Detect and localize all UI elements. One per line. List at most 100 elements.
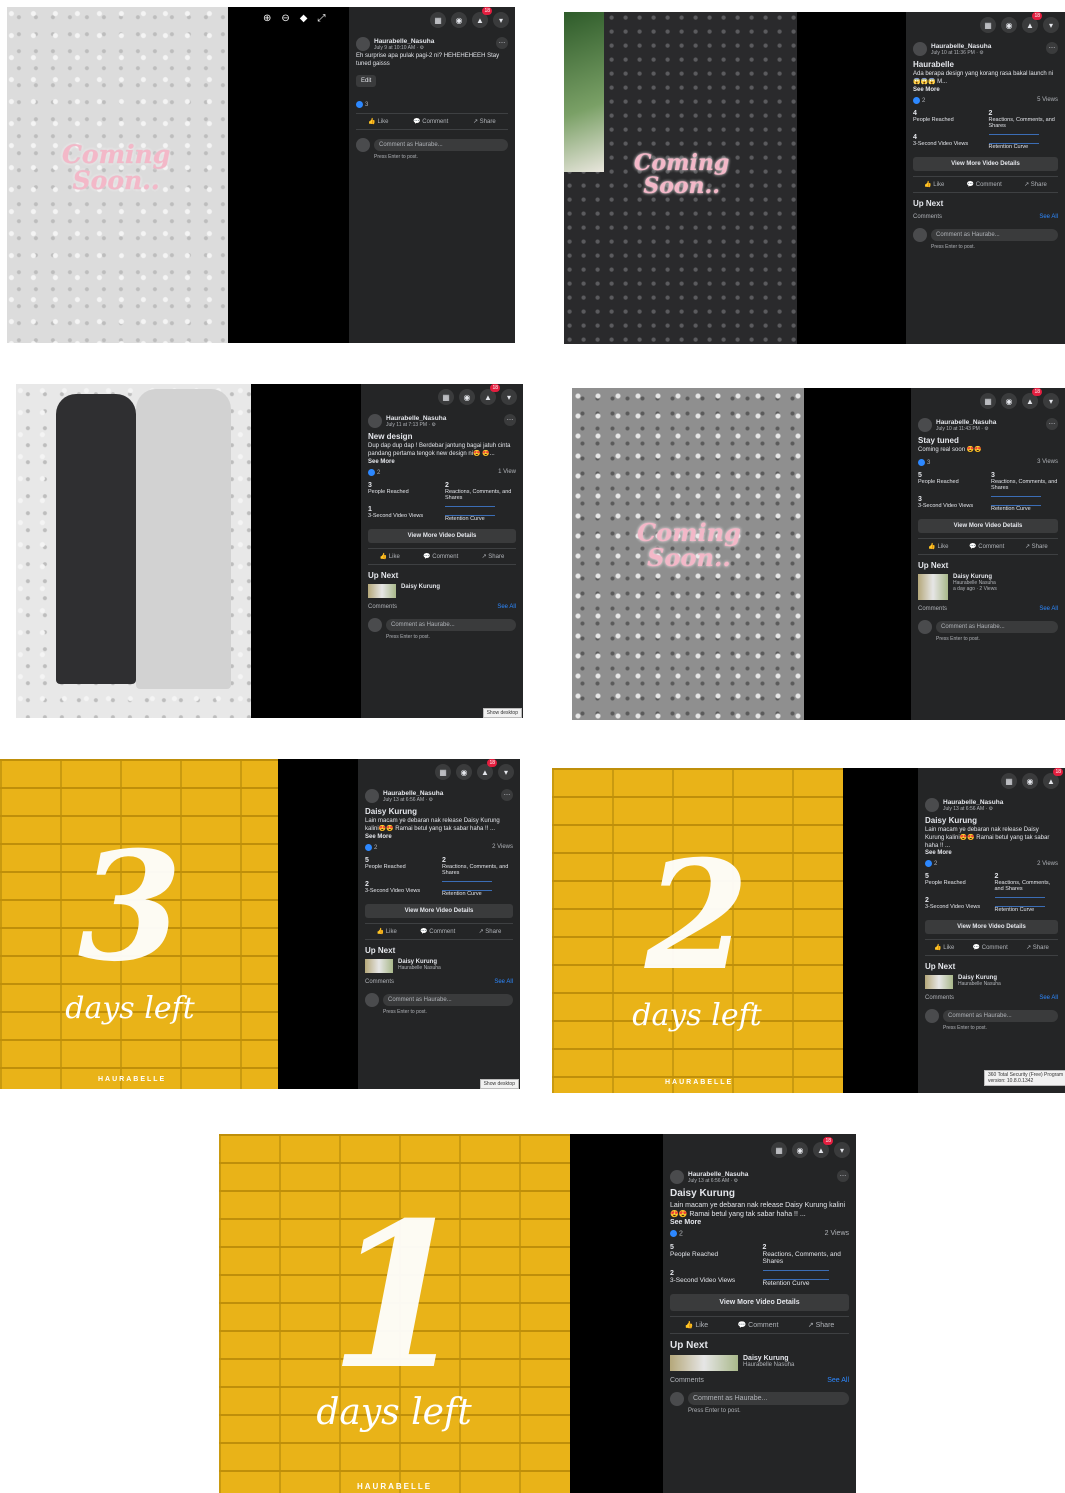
view-count[interactable]: 5 Views (1037, 97, 1058, 103)
up-next-item[interactable]: Daisy Kurung (368, 583, 516, 598)
up-next-item[interactable]: Daisy Kurung Haurabelle Nasuha (670, 1354, 849, 1371)
reaction-count[interactable]: 2 (925, 860, 937, 867)
share-button[interactable]: ↗ Share (1026, 944, 1049, 951)
messenger-icon[interactable]: ◉ (456, 764, 472, 780)
avatar[interactable] (670, 1170, 684, 1184)
account-caret-icon[interactable]: ▾ (1043, 393, 1059, 409)
comment-button[interactable]: 💬 Comment (967, 181, 1002, 188)
see-more-link[interactable]: See More (368, 459, 516, 465)
see-all-link[interactable]: See All (497, 604, 516, 610)
comment-button[interactable]: 💬 Comment (737, 1321, 778, 1329)
like-button[interactable]: 👍 Like (928, 543, 948, 550)
post-date[interactable]: July 13 at 6:56 AM · ⚙ (688, 1178, 748, 1184)
menu-icon[interactable]: ▦ (438, 389, 454, 405)
more-options-icon[interactable]: … (837, 1170, 849, 1182)
more-options-icon[interactable]: … (496, 37, 508, 49)
view-details-button[interactable]: View More Video Details (918, 518, 1058, 533)
avatar[interactable] (356, 37, 370, 51)
author-name[interactable]: Haurabelle_Nasuha (374, 38, 434, 45)
see-more-link[interactable]: See More (913, 87, 1058, 93)
menu-icon[interactable]: ▦ (771, 1142, 787, 1158)
account-caret-icon[interactable]: ▾ (1043, 17, 1059, 33)
messenger-icon[interactable]: ◉ (1001, 393, 1017, 409)
messenger-icon[interactable]: ◉ (1022, 773, 1038, 789)
fullscreen-icon[interactable]: ⤢ (317, 13, 325, 24)
comment-input[interactable]: Comment as Haurabe... (943, 1010, 1058, 1023)
see-all-link[interactable]: See All (1039, 214, 1058, 220)
author-name[interactable]: Haurabelle_Nasuha (943, 799, 1003, 806)
view-count[interactable]: 2 Views (1037, 861, 1058, 867)
messenger-icon[interactable]: ◉ (451, 12, 467, 28)
author-name[interactable]: Haurabelle_Nasuha (386, 415, 446, 422)
account-caret-icon[interactable]: ▾ (493, 12, 509, 28)
more-options-icon[interactable]: … (504, 414, 516, 426)
share-button[interactable]: ↗ Share (1024, 181, 1047, 188)
account-caret-icon[interactable]: ▾ (501, 389, 517, 405)
comment-button[interactable]: 💬 Comment (969, 543, 1004, 550)
view-count[interactable]: 2 Views (492, 844, 513, 850)
menu-icon[interactable]: ▦ (980, 17, 996, 33)
view-count[interactable]: 1 View (498, 469, 516, 475)
menu-icon[interactable]: ▦ (980, 393, 996, 409)
notifications-icon[interactable]: ▲ 18 (1022, 388, 1042, 409)
menu-icon[interactable]: ▦ (1001, 773, 1017, 789)
notifications-icon[interactable]: ▲ 18 (813, 1137, 833, 1158)
messenger-icon[interactable]: ◉ (792, 1142, 808, 1158)
edit-button[interactable]: Edit (356, 74, 377, 87)
reaction-count[interactable]: 3 (356, 100, 368, 108)
reaction-count[interactable]: 2 (368, 468, 380, 476)
comment-button[interactable]: 💬 Comment (420, 928, 455, 935)
comment-button[interactable]: 💬 Comment (973, 944, 1008, 951)
post-date[interactable]: July 13 at 6:56 AM · ⚙ (943, 806, 1003, 812)
account-caret-icon[interactable]: ▾ (834, 1142, 850, 1158)
menu-icon[interactable]: ▦ (435, 764, 451, 780)
comment-input[interactable]: Comment as Haurabe... (386, 618, 516, 631)
view-details-button[interactable]: View More Video Details (913, 156, 1058, 171)
more-options-icon[interactable]: … (1046, 42, 1058, 54)
notifications-icon[interactable]: ▲ 18 (480, 384, 500, 405)
author-name[interactable]: Haurabelle_Nasuha (383, 790, 443, 797)
comment-input[interactable]: Comment as Haurabe... (374, 138, 508, 151)
share-button[interactable]: ↗ Share (479, 928, 502, 935)
see-all-link[interactable]: See All (1039, 995, 1058, 1001)
avatar[interactable] (913, 42, 927, 56)
reaction-count[interactable]: 2 (670, 1230, 683, 1238)
view-count[interactable]: 2 Views (825, 1230, 849, 1237)
author-name[interactable]: Haurabelle_Nasuha (688, 1171, 748, 1178)
reaction-count[interactable]: 3 (918, 458, 930, 466)
see-more-link[interactable]: See More (670, 1219, 849, 1226)
comment-input[interactable]: Comment as Haurabe... (936, 620, 1058, 633)
post-date[interactable]: July 9 at 10:10 AM · ⚙ (374, 45, 434, 51)
comment-button[interactable]: 💬 Comment (423, 553, 458, 560)
view-count[interactable]: 3 Views (1037, 459, 1058, 465)
up-next-item[interactable]: Daisy Kurung Haurabelle Nasuha (365, 958, 513, 973)
comment-input[interactable]: Comment as Haurabe... (931, 228, 1058, 241)
video-frame[interactable] (16, 384, 251, 718)
up-next-item[interactable]: Daisy Kurung Haurabelle Nasuha a day ago ·… (918, 573, 1058, 600)
notifications-icon[interactable]: ▲ 18 (477, 759, 497, 780)
view-details-button[interactable]: View More Video Details (670, 1293, 849, 1311)
avatar[interactable] (918, 418, 932, 432)
video-frame[interactable]: Coming Soon.. (572, 388, 804, 720)
like-button[interactable]: 👍 Like (368, 118, 388, 125)
reaction-count[interactable]: 2 (913, 96, 925, 104)
view-details-button[interactable]: View More Video Details (925, 920, 1058, 935)
notifications-icon[interactable]: ▲ 18 (1022, 12, 1042, 33)
video-frame[interactable]: 3 days left HAURABELLE (0, 759, 278, 1089)
account-caret-icon[interactable]: ▾ (498, 764, 514, 780)
like-button[interactable]: 👍 Like (934, 944, 954, 951)
post-date[interactable]: July 10 at 11:43 PM · ⚙ (936, 426, 996, 432)
post-date[interactable]: July 11 at 7:13 PM · ⚙ (386, 422, 446, 428)
like-button[interactable]: 👍 Like (377, 928, 397, 935)
video-frame[interactable]: Coming Soon.. (564, 12, 797, 344)
notifications-icon[interactable]: ▲ 18 (472, 7, 492, 28)
post-date[interactable]: July 13 at 6:56 AM · ⚙ (383, 797, 443, 803)
video-frame[interactable]: 1 days left HAURABELLE (219, 1134, 570, 1493)
see-more-link[interactable]: See More (365, 834, 513, 840)
view-details-button[interactable]: View More Video Details (365, 903, 513, 918)
menu-icon[interactable]: ▦ (430, 12, 446, 28)
like-button[interactable]: 👍 Like (685, 1321, 709, 1329)
reaction-count[interactable]: 2 (365, 843, 377, 851)
avatar[interactable] (368, 414, 382, 428)
tag-icon[interactable]: ◆ (300, 13, 308, 24)
